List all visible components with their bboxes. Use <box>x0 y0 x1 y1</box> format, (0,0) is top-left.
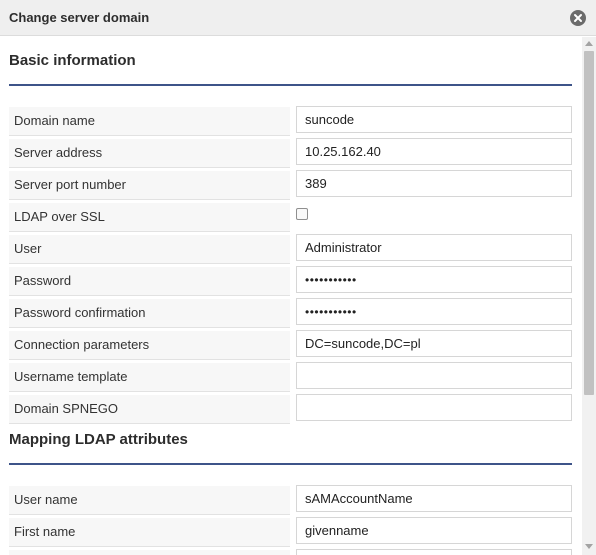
section-title-basic: Basic information <box>9 52 136 69</box>
form-row-user: User <box>9 234 572 266</box>
dialog-title: Change server domain <box>9 10 150 25</box>
server-address-label: Server address <box>9 139 290 168</box>
section-divider <box>9 84 572 86</box>
form-row-domain-spnego: Domain SPNEGO <box>9 394 572 426</box>
user-input[interactable] <box>296 234 572 261</box>
domain-spnego-label: Domain SPNEGO <box>9 395 290 424</box>
form-row-domain-name: Domain name <box>9 106 572 138</box>
domain-name-input[interactable] <box>296 106 572 133</box>
next-row-label <box>9 550 290 555</box>
password-confirmation-label: Password confirmation <box>9 299 290 328</box>
server-address-input[interactable] <box>296 138 572 165</box>
user-name-label: User name <box>9 486 290 515</box>
form-row-ldap-ssl: LDAP over SSL <box>9 202 572 234</box>
next-row-input[interactable] <box>296 549 572 555</box>
vertical-scrollbar[interactable] <box>582 37 596 555</box>
scroll-down-arrow-icon[interactable] <box>585 544 593 549</box>
user-label: User <box>9 235 290 264</box>
ldap-ssl-checkbox[interactable] <box>296 208 308 220</box>
user-name-input[interactable] <box>296 485 572 512</box>
connection-parameters-label: Connection parameters <box>9 331 290 360</box>
form-row-password: Password <box>9 266 572 298</box>
form-row-server-port: Server port number <box>9 170 572 202</box>
scrollbar-thumb[interactable] <box>584 51 594 395</box>
username-template-label: Username template <box>9 363 290 392</box>
server-port-label: Server port number <box>9 171 290 200</box>
change-server-domain-dialog: Change server domain Basic information D… <box>0 0 596 555</box>
ldap-ssl-label: LDAP over SSL <box>9 203 290 232</box>
form-row-first-name: First name <box>9 517 572 549</box>
form-row-password-confirmation: Password confirmation <box>9 298 572 330</box>
password-confirmation-input[interactable] <box>296 298 572 325</box>
first-name-input[interactable] <box>296 517 572 544</box>
scroll-up-arrow-icon[interactable] <box>585 41 593 46</box>
username-template-input[interactable] <box>296 362 572 389</box>
password-label: Password <box>9 267 290 296</box>
section-divider <box>9 463 572 465</box>
form-row-next <box>9 549 572 555</box>
domain-spnego-input[interactable] <box>296 394 572 421</box>
connection-parameters-input[interactable] <box>296 330 572 357</box>
dialog-titlebar: Change server domain <box>0 0 596 36</box>
close-icon[interactable] <box>570 10 586 26</box>
first-name-label: First name <box>9 518 290 547</box>
form-row-connection-parameters: Connection parameters <box>9 330 572 362</box>
section-title-mapping: Mapping LDAP attributes <box>9 431 188 448</box>
form-row-server-address: Server address <box>9 138 572 170</box>
dialog-content: Basic information Domain name Server add… <box>0 37 582 555</box>
form-row-user-name: User name <box>9 485 572 517</box>
domain-name-label: Domain name <box>9 107 290 136</box>
password-input[interactable] <box>296 266 572 293</box>
server-port-input[interactable] <box>296 170 572 197</box>
form-row-username-template: Username template <box>9 362 572 394</box>
